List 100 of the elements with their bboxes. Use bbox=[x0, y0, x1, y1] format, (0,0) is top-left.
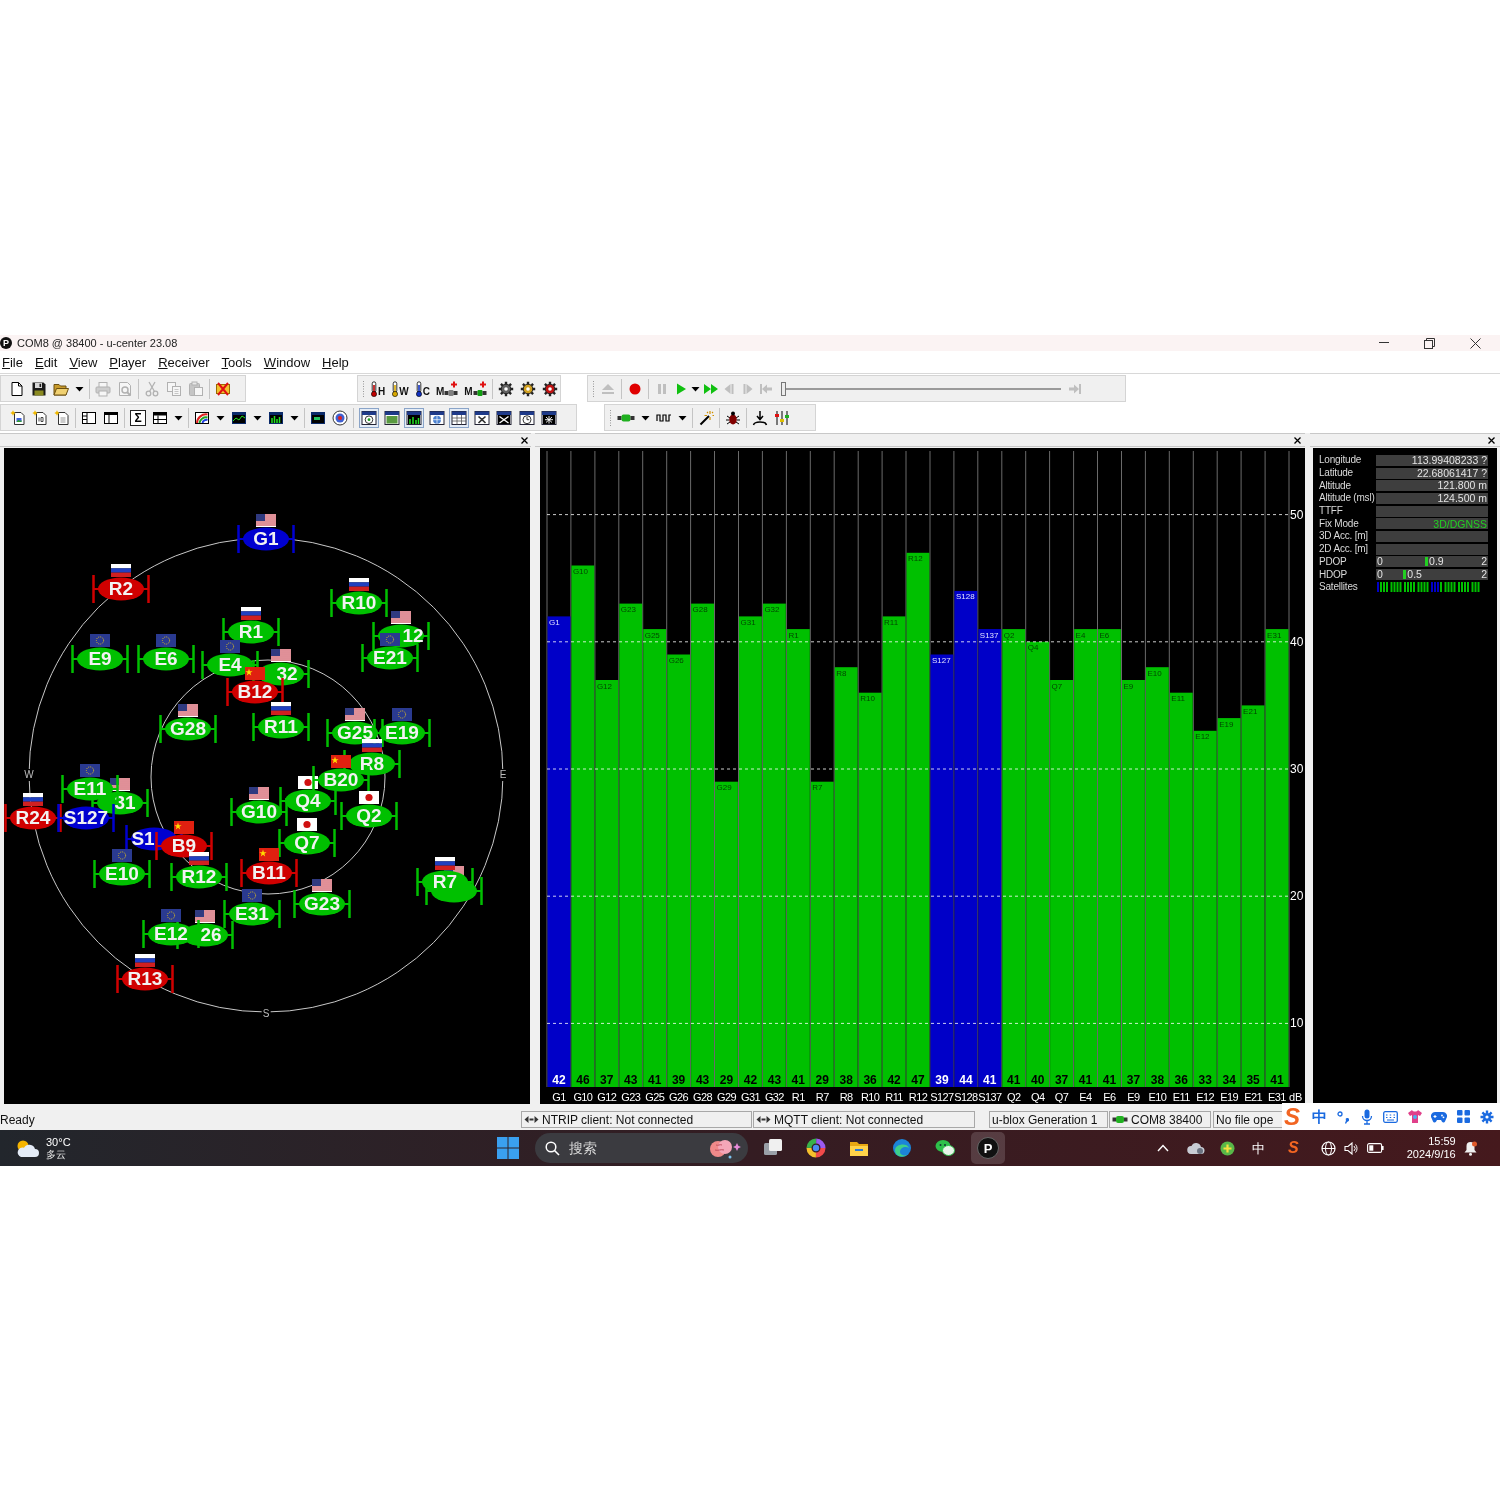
menu-item[interactable]: File bbox=[2, 355, 23, 369]
close-icon[interactable] bbox=[1470, 337, 1481, 349]
sum-button[interactable]: Σ bbox=[130, 409, 146, 426]
settings-icon[interactable] bbox=[1480, 1109, 1494, 1124]
bar-chart-icon[interactable] bbox=[268, 409, 284, 426]
satellite-label: R11 bbox=[264, 716, 298, 738]
globe-icon[interactable] bbox=[1320, 1140, 1336, 1156]
cloud-icon[interactable] bbox=[1187, 1141, 1205, 1155]
menu-item[interactable]: Edit bbox=[34, 355, 58, 369]
satellite-label: G10 bbox=[241, 801, 277, 823]
drag-handle-icon[interactable] bbox=[362, 379, 365, 398]
bar-tag: Q4 bbox=[1027, 643, 1039, 653]
china-flag-icon bbox=[174, 821, 194, 834]
app-button[interactable]: P bbox=[971, 1132, 1005, 1164]
slider-thumb[interactable] bbox=[780, 381, 786, 396]
microphone-icon[interactable] bbox=[1361, 1108, 1373, 1125]
window-circle-icon[interactable] bbox=[359, 407, 379, 428]
bar-category-label: G25 bbox=[645, 1091, 665, 1103]
satellite-label: Q7 bbox=[294, 832, 320, 854]
close-icon[interactable] bbox=[521, 436, 528, 444]
drag-handle-icon[interactable] bbox=[609, 408, 612, 427]
menu-item[interactable]: View bbox=[69, 355, 98, 369]
close-icon[interactable] bbox=[1294, 436, 1301, 444]
bar-value-label: 36 bbox=[863, 1073, 877, 1087]
menu-item[interactable]: Window bbox=[263, 355, 311, 369]
arrow-down-tray-icon[interactable] bbox=[752, 409, 768, 426]
plug-button[interactable]: M bbox=[464, 380, 487, 397]
stacked-windows-icon[interactable] bbox=[763, 1138, 783, 1158]
bar-category-label: G29 bbox=[717, 1091, 736, 1103]
bar-category-label: S137 bbox=[978, 1091, 1002, 1103]
gear-icon[interactable] bbox=[519, 380, 536, 397]
punctuation-icon[interactable] bbox=[1337, 1109, 1349, 1124]
close-icon[interactable] bbox=[1488, 436, 1495, 444]
bar-tag: R8 bbox=[836, 668, 847, 678]
grid-icon[interactable] bbox=[1457, 1110, 1470, 1123]
clock-date[interactable]: 2024/9/16 bbox=[1406, 1148, 1456, 1161]
window-table-icon[interactable] bbox=[449, 407, 469, 428]
speaker-icon[interactable] bbox=[1343, 1141, 1358, 1155]
keyboard-icon[interactable] bbox=[1383, 1110, 1398, 1123]
eu-flag-icon bbox=[242, 889, 262, 902]
table-icon[interactable] bbox=[152, 409, 168, 426]
field-label: PDOP bbox=[1318, 556, 1348, 567]
drag-handle-icon[interactable] bbox=[592, 379, 595, 398]
status-message: Ready bbox=[0, 1113, 36, 1126]
bar-category-label: E12 bbox=[1196, 1091, 1215, 1103]
color-ring-icon[interactable] bbox=[806, 1138, 826, 1158]
menu-item[interactable]: Help bbox=[322, 355, 349, 369]
caret-up-icon[interactable] bbox=[1157, 1144, 1169, 1152]
ime-logo[interactable]: S bbox=[1288, 1140, 1299, 1156]
satellite-label: R1 bbox=[238, 621, 264, 643]
bar-value-label: 41 bbox=[648, 1073, 662, 1087]
crossed-box-icon[interactable] bbox=[215, 380, 231, 397]
document-icon[interactable] bbox=[9, 380, 25, 397]
document-sparkle-icon[interactable] bbox=[32, 409, 48, 426]
clock-time[interactable]: 15:59 bbox=[1428, 1135, 1456, 1148]
bar-tag: G26 bbox=[668, 656, 684, 665]
line-chart-icon[interactable] bbox=[231, 409, 247, 426]
bar-tag: E4 bbox=[1075, 630, 1086, 640]
eu-flag-icon bbox=[112, 849, 132, 862]
us-flag-icon bbox=[312, 879, 332, 892]
bar-value-label: 47 bbox=[911, 1073, 925, 1087]
satellite-label: B12 bbox=[237, 681, 273, 703]
plus-circle-icon[interactable] bbox=[1220, 1140, 1235, 1156]
satellite-label: E4 bbox=[218, 654, 242, 676]
plug-button[interactable]: M bbox=[435, 380, 459, 397]
thermometer-button[interactable]: H bbox=[370, 380, 386, 397]
two-pane-icon[interactable] bbox=[103, 409, 119, 426]
search-field[interactable]: 搜索 bbox=[535, 1133, 748, 1163]
window-bars-icon[interactable] bbox=[404, 407, 424, 428]
bug-icon[interactable] bbox=[725, 409, 741, 426]
menu-item[interactable]: Receiver bbox=[158, 355, 210, 369]
bar-tag: S128 bbox=[955, 592, 975, 602]
console-window-icon[interactable] bbox=[310, 409, 326, 426]
thermometer-button[interactable]: W bbox=[391, 380, 409, 397]
thermometer-button[interactable]: C bbox=[414, 380, 430, 397]
gear-icon[interactable] bbox=[497, 380, 514, 397]
gamepad-icon[interactable] bbox=[1431, 1110, 1447, 1123]
radar-icon[interactable] bbox=[332, 409, 348, 426]
china-flag-icon bbox=[259, 848, 279, 861]
document-sparkle-icon[interactable] bbox=[10, 409, 26, 426]
menu-item[interactable]: Player bbox=[109, 355, 147, 369]
magic-wand-icon[interactable] bbox=[698, 409, 714, 426]
bell-icon[interactable] bbox=[1463, 1140, 1477, 1156]
axis-unit-label: dB bbox=[1289, 1091, 1303, 1103]
panel-layout-icon[interactable] bbox=[81, 409, 97, 426]
input-mode-toggle[interactable]: 中 bbox=[1312, 1109, 1327, 1124]
swirl-icon[interactable] bbox=[892, 1138, 912, 1158]
menu-item[interactable]: Tools bbox=[221, 355, 252, 369]
bar-value-label: 29 bbox=[815, 1073, 829, 1087]
arc-chart-icon[interactable] bbox=[194, 409, 210, 426]
battery-icon[interactable] bbox=[1366, 1143, 1384, 1153]
shirt-icon[interactable] bbox=[1407, 1109, 1423, 1124]
chat-bubbles-icon[interactable] bbox=[935, 1138, 955, 1158]
sliders-icon[interactable] bbox=[774, 409, 790, 426]
restore-icon[interactable] bbox=[1424, 337, 1435, 349]
gear-icon[interactable] bbox=[541, 380, 558, 397]
document-sparkle-icon[interactable] bbox=[54, 409, 70, 426]
input-mode-indicator[interactable]: 中 bbox=[1252, 1141, 1265, 1155]
value-field: 3D/DGNSS bbox=[1376, 518, 1488, 530]
russia-flag-icon bbox=[135, 954, 155, 967]
